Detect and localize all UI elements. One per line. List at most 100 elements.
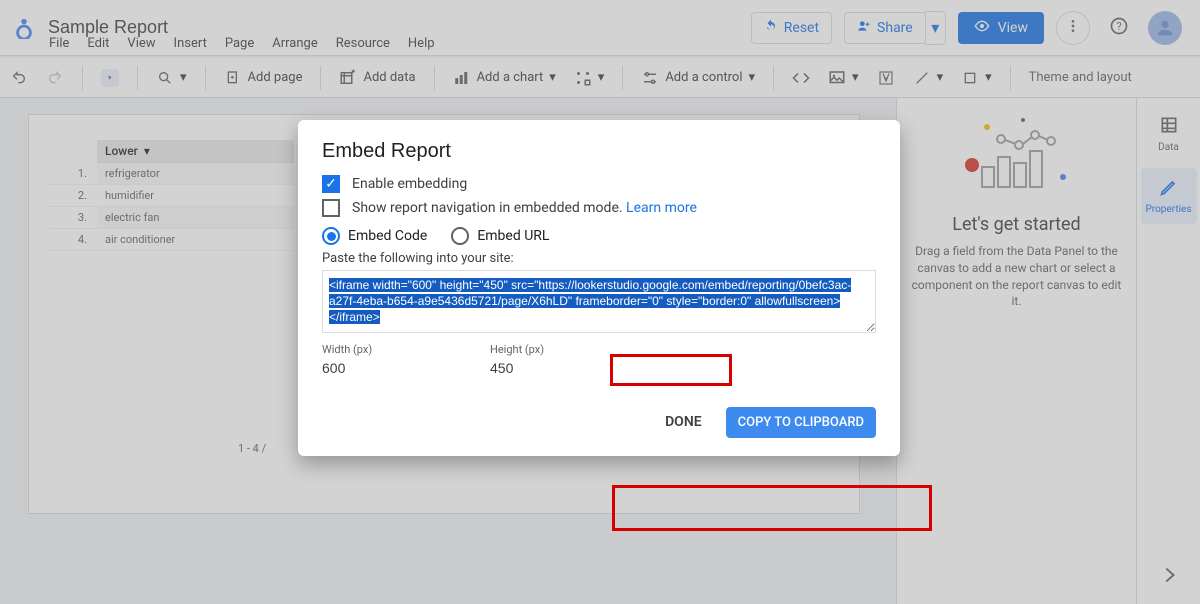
- toolbar: ▾ Add page Add data Add a chart ▾ ▾ Add …: [0, 58, 1200, 98]
- embed-report-modal: Embed Report Enable embedding Show repor…: [298, 120, 900, 456]
- table-header[interactable]: Lower ▾: [97, 140, 294, 163]
- row-value: humidifier: [97, 185, 294, 206]
- embed-code-textarea[interactable]: <iframe width="600" height="450" src="ht…: [322, 270, 876, 333]
- embed-url-radio[interactable]: Embed URL: [451, 227, 549, 245]
- add-data-icon: [339, 69, 357, 87]
- undo-button[interactable]: [10, 69, 28, 87]
- table-row[interactable]: 4.air conditioner: [49, 229, 294, 251]
- copy-to-clipboard-button[interactable]: COPY TO CLIPBOARD: [726, 407, 876, 438]
- enable-embedding-checkbox[interactable]: [322, 175, 340, 193]
- height-input[interactable]: [490, 356, 570, 379]
- community-viz-button[interactable]: ▾: [574, 69, 605, 87]
- menu-bar: File Edit View Insert Page Arrange Resou…: [49, 36, 435, 51]
- pagination-label: 1 - 4 /: [238, 442, 266, 455]
- learn-more-link[interactable]: Learn more: [626, 200, 697, 216]
- view-button[interactable]: View: [958, 12, 1044, 44]
- cursor-tool[interactable]: [101, 69, 119, 87]
- table-row[interactable]: 1.refrigerator: [49, 163, 294, 185]
- embed-code-label: Embed Code: [348, 228, 427, 244]
- row-index: 3.: [49, 207, 97, 228]
- embed-code-radio[interactable]: Embed Code: [322, 227, 427, 245]
- sort-down-icon: ▾: [144, 144, 150, 158]
- enable-embedding-label: Enable embedding: [352, 176, 467, 192]
- report-title[interactable]: Sample Report: [48, 17, 168, 38]
- data-table[interactable]: Lower ▾ 1.refrigerator 2.humidifier 3.el…: [49, 140, 294, 251]
- chevron-down-icon: ▾: [549, 70, 556, 85]
- share-button[interactable]: Share: [844, 12, 926, 44]
- embed-url-label: Embed URL: [477, 228, 549, 244]
- table-row[interactable]: 3.electric fan: [49, 207, 294, 229]
- menu-help[interactable]: Help: [408, 36, 435, 51]
- menu-arrange[interactable]: Arrange: [272, 36, 317, 51]
- share-caret-button[interactable]: ▾: [926, 11, 946, 45]
- menu-view[interactable]: View: [127, 36, 155, 51]
- add-chart-label: Add a chart: [477, 70, 544, 85]
- sidetab-properties-label: Properties: [1145, 204, 1191, 215]
- reset-icon: [764, 19, 778, 37]
- data-icon: [1159, 115, 1179, 138]
- sidetab-data-label: Data: [1158, 142, 1179, 153]
- next-page-chevron[interactable]: [1158, 564, 1180, 590]
- more-options-button[interactable]: [1056, 11, 1090, 45]
- paste-hint: Paste the following into your site:: [322, 251, 876, 266]
- looker-studio-logo-icon: [10, 14, 38, 42]
- line-icon: [913, 69, 931, 87]
- redo-button[interactable]: [46, 69, 64, 87]
- add-control-button[interactable]: Add a control ▾: [641, 69, 755, 87]
- add-data-label: Add data: [363, 70, 415, 85]
- shape-button[interactable]: ▾: [961, 69, 992, 87]
- add-data-button[interactable]: Add data: [339, 69, 415, 87]
- row-value: refrigerator: [97, 163, 294, 184]
- chevron-down-icon: ▾: [931, 18, 939, 37]
- image-icon: [828, 69, 846, 87]
- width-label: Width (px): [322, 343, 402, 356]
- add-page-button[interactable]: Add page: [224, 69, 303, 87]
- menu-resource[interactable]: Resource: [336, 36, 390, 51]
- add-page-label: Add page: [248, 70, 303, 85]
- menu-page[interactable]: Page: [225, 36, 254, 51]
- menu-insert[interactable]: Insert: [174, 36, 207, 51]
- share-label: Share: [877, 20, 913, 36]
- row-index: 4.: [49, 229, 97, 250]
- help-button[interactable]: ?: [1102, 11, 1136, 45]
- theme-layout-button[interactable]: Theme and layout: [1029, 70, 1132, 85]
- line-button[interactable]: ▾: [913, 69, 944, 87]
- image-button[interactable]: ▾: [828, 69, 859, 87]
- embed-code-text: <iframe width="600" height="450" src="ht…: [329, 278, 851, 324]
- table-row[interactable]: 2.humidifier: [49, 185, 294, 207]
- sidetab-properties[interactable]: Properties: [1141, 168, 1197, 224]
- table-header-label: Lower: [105, 144, 138, 158]
- chevron-down-icon: ▾: [598, 70, 605, 85]
- share-button-group: Share ▾: [844, 11, 946, 45]
- right-panel-title: Let's get started: [911, 214, 1122, 235]
- zoom-tool[interactable]: ▾: [156, 69, 187, 87]
- zoom-icon: [156, 69, 174, 87]
- row-index: 2.: [49, 185, 97, 206]
- done-button[interactable]: DONE: [665, 414, 702, 430]
- row-value: air conditioner: [97, 229, 294, 250]
- community-viz-icon: [574, 69, 592, 87]
- radio-selected-icon: [322, 227, 340, 245]
- width-input[interactable]: [322, 356, 402, 379]
- chart-icon: [453, 69, 471, 87]
- chevron-down-icon: ▾: [749, 70, 756, 85]
- sidetab-data[interactable]: Data: [1141, 106, 1197, 162]
- eye-icon: [974, 18, 990, 38]
- right-panel-desc: Drag a field from the Data Panel to the …: [911, 243, 1122, 310]
- add-control-label: Add a control: [665, 70, 742, 85]
- account-avatar[interactable]: [1148, 11, 1182, 45]
- menu-edit[interactable]: Edit: [87, 36, 109, 51]
- menu-file[interactable]: File: [49, 36, 69, 51]
- height-label: Height (px): [490, 343, 570, 356]
- add-chart-button[interactable]: Add a chart ▾: [453, 69, 556, 87]
- reset-label: Reset: [784, 20, 819, 36]
- reset-button[interactable]: Reset: [751, 12, 832, 44]
- right-panel: Let's get started Drag a field from the …: [896, 98, 1136, 604]
- header-actions: Reset Share ▾ View ?: [751, 11, 1182, 45]
- text-button[interactable]: [877, 69, 895, 87]
- embed-url-button[interactable]: [792, 69, 810, 87]
- getting-started-illustration-icon: [911, 108, 1122, 206]
- chevron-down-icon: ▾: [985, 70, 992, 85]
- show-navigation-checkbox[interactable]: [322, 199, 340, 217]
- control-icon: [641, 69, 659, 87]
